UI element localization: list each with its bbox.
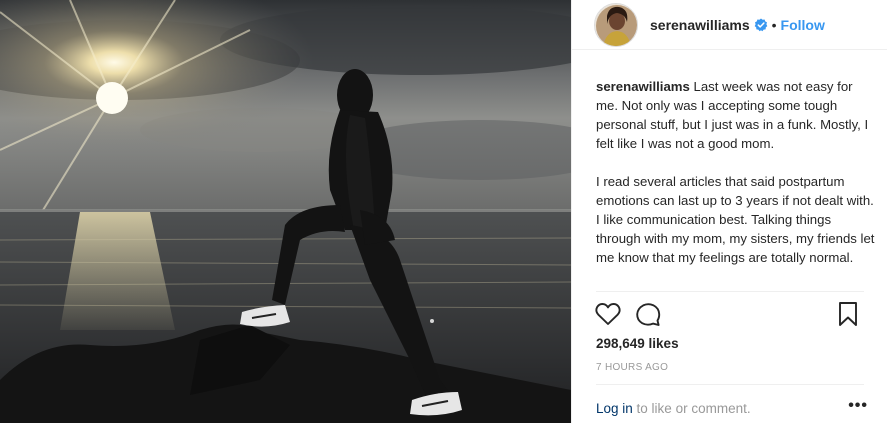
avatar-image bbox=[595, 3, 637, 46]
post-footer: Log in to like or comment. ••• bbox=[596, 397, 868, 416]
post-header: serenawilliams • Follow bbox=[572, 0, 887, 50]
comment-icon bbox=[636, 303, 661, 326]
login-link[interactable]: Log in bbox=[596, 401, 633, 416]
sunset-silhouette-image bbox=[0, 0, 571, 423]
caption-paragraph-1: serenawilliams Last week was not easy fo… bbox=[596, 77, 876, 153]
comment-button[interactable] bbox=[634, 300, 662, 328]
post-actions bbox=[594, 300, 864, 330]
post-username[interactable]: serenawilliams bbox=[650, 17, 750, 33]
caption-username[interactable]: serenawilliams bbox=[596, 79, 690, 94]
post-timestamp[interactable]: 7 HOURS AGO bbox=[596, 362, 668, 373]
likes-count[interactable]: 298,649 likes bbox=[596, 336, 679, 351]
more-options-icon[interactable]: ••• bbox=[848, 397, 868, 415]
post-caption: serenawilliams Last week was not easy fo… bbox=[596, 77, 876, 286]
save-button[interactable] bbox=[834, 300, 862, 328]
instagram-post: serenawilliams • Follow serenawilliams L… bbox=[0, 0, 887, 423]
caption-paragraph-2: I read several articles that said postpa… bbox=[596, 174, 875, 265]
login-prompt-text: to like or comment. bbox=[632, 401, 751, 416]
post-side-panel: serenawilliams • Follow serenawilliams L… bbox=[571, 0, 887, 423]
heart-icon bbox=[595, 303, 621, 325]
bookmark-icon bbox=[839, 302, 857, 326]
post-photo[interactable] bbox=[0, 0, 571, 423]
verified-badge-icon bbox=[754, 18, 767, 31]
avatar[interactable] bbox=[594, 2, 638, 47]
like-button[interactable] bbox=[594, 300, 622, 328]
follow-button[interactable]: Follow bbox=[781, 17, 825, 33]
actions-divider bbox=[596, 291, 864, 292]
separator-dot: • bbox=[771, 16, 777, 33]
footer-divider bbox=[596, 384, 864, 385]
